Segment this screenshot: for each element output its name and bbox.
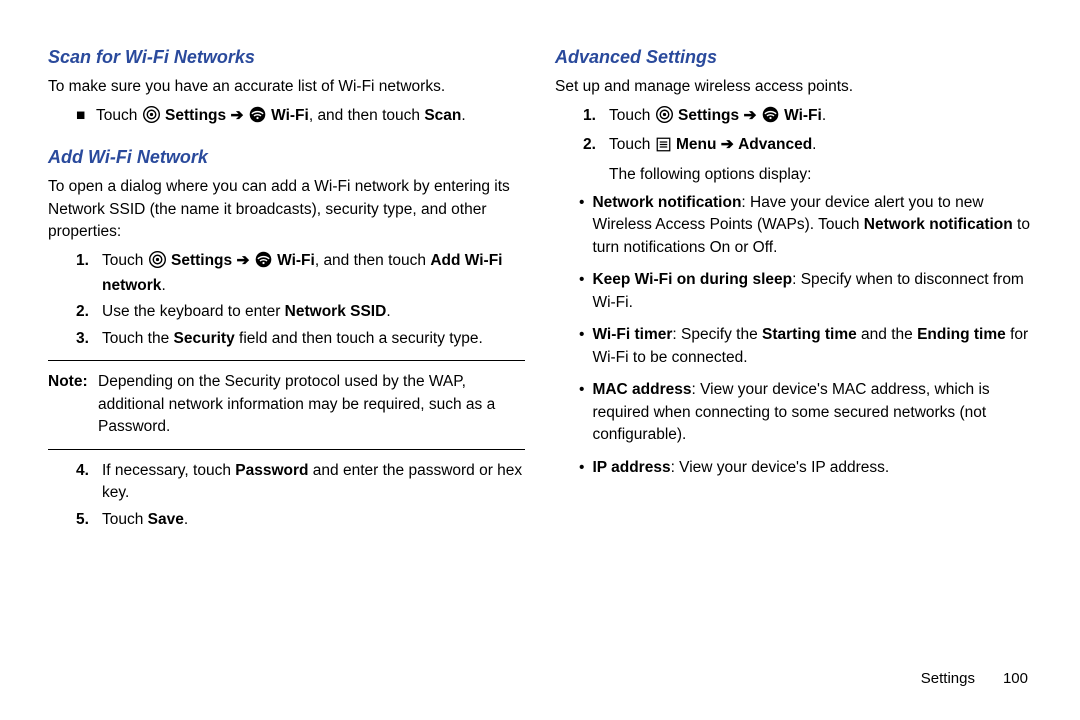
bullet-icon: • — [579, 379, 584, 446]
add-step-5: 5. Touch Save. — [76, 509, 525, 531]
text: , and then touch — [309, 107, 424, 124]
text: Touch — [102, 252, 148, 269]
text: Network notification — [592, 194, 741, 211]
gear-icon — [143, 106, 160, 130]
adv-step-2: 2. Touch Menu ➔ Advanced. The following … — [583, 134, 1032, 186]
arrow-icon: ➔ — [236, 252, 249, 269]
note-block: Note: Depending on the Security protocol… — [48, 371, 525, 438]
text: field and then touch a security type. — [235, 330, 483, 347]
step-number: 2. — [76, 301, 94, 323]
opt-keep-wifi: • Keep Wi-Fi on during sleep: Specify wh… — [579, 269, 1032, 314]
text: The following options display: — [609, 164, 816, 186]
add-step-1: 1. Touch Settings ➔ Wi-Fi, and then touc… — [76, 250, 525, 298]
text: Wi-Fi — [784, 107, 822, 124]
text: Touch — [96, 107, 142, 124]
note-text: Depending on the Security protocol used … — [98, 371, 525, 438]
text: IP address — [592, 459, 670, 476]
text: Network notification — [864, 216, 1013, 233]
bullet-icon: • — [579, 269, 584, 314]
arrow-icon: ➔ — [721, 136, 734, 153]
page-footer: Settings 100 — [921, 670, 1028, 687]
footer-section: Settings — [921, 670, 975, 687]
opt-wifi-timer: • Wi-Fi timer: Specify the Starting time… — [579, 324, 1032, 369]
text: , and then touch — [315, 252, 430, 269]
text: . — [161, 277, 165, 294]
text: Starting time — [762, 326, 857, 343]
text: Password — [235, 462, 308, 479]
wifi-icon — [762, 106, 779, 130]
text: : View your device's IP address. — [671, 459, 890, 476]
text: Advanced — [738, 136, 812, 153]
text: Scan — [424, 107, 461, 124]
text: Menu — [676, 136, 716, 153]
gear-icon — [656, 106, 673, 130]
bullet-icon: • — [579, 457, 584, 479]
text: Wi-Fi — [271, 107, 309, 124]
text: Ending time — [917, 326, 1006, 343]
text: Wi-Fi timer — [592, 326, 672, 343]
footer-page-number: 100 — [1003, 670, 1028, 687]
text: Settings — [171, 252, 232, 269]
left-column: Scan for Wi-Fi Networks To make sure you… — [48, 40, 525, 680]
square-bullet: ■ — [76, 105, 88, 130]
text: Network SSID — [285, 303, 387, 320]
text: . — [812, 136, 816, 153]
step-number: 2. — [583, 134, 601, 186]
heading-add: Add Wi-Fi Network — [48, 144, 525, 170]
add-step-3: 3. Touch the Security field and then tou… — [76, 328, 525, 350]
text: . — [386, 303, 390, 320]
divider — [48, 360, 525, 361]
text: . — [461, 107, 465, 124]
opt-network-notification: • Network notification: Have your device… — [579, 192, 1032, 259]
add-intro: To open a dialog where you can add a Wi-… — [48, 176, 525, 243]
text: Security — [174, 330, 235, 347]
text: Keep Wi-Fi on during sleep — [592, 271, 792, 288]
divider — [48, 449, 525, 450]
adv-step-1: 1. Touch Settings ➔ Wi-Fi. — [583, 105, 1032, 130]
gear-icon — [149, 251, 166, 275]
bullet-icon: • — [579, 192, 584, 259]
text: Touch the — [102, 330, 174, 347]
text: Touch — [102, 511, 148, 528]
step-number: 1. — [583, 105, 601, 130]
heading-advanced: Advanced Settings — [555, 44, 1032, 70]
right-column: Advanced Settings Set up and manage wire… — [555, 40, 1032, 680]
add-step-2: 2. Use the keyboard to enter Network SSI… — [76, 301, 525, 323]
text: and the — [857, 326, 917, 343]
text: . — [184, 511, 188, 528]
scan-step: ■ Touch Settings ➔ Wi-Fi, and then touch… — [76, 105, 525, 130]
step-number: 5. — [76, 509, 94, 531]
text: Settings — [165, 107, 226, 124]
text: : Specify the — [672, 326, 762, 343]
text: . — [822, 107, 826, 124]
bullet-icon: • — [579, 324, 584, 369]
text: Settings — [678, 107, 739, 124]
step-number: 3. — [76, 328, 94, 350]
wifi-icon — [249, 106, 266, 130]
text: MAC address — [592, 381, 691, 398]
scan-intro: To make sure you have an accurate list o… — [48, 76, 525, 98]
arrow-icon: ➔ — [743, 107, 756, 124]
text: Touch — [609, 136, 655, 153]
wifi-icon — [255, 251, 272, 275]
add-step-4: 4. If necessary, touch Password and ente… — [76, 460, 525, 505]
text: Save — [148, 511, 184, 528]
step-number: 4. — [76, 460, 94, 505]
step-number: 1. — [76, 250, 94, 298]
adv-intro: Set up and manage wireless access points… — [555, 76, 1032, 98]
opt-mac-address: • MAC address: View your device's MAC ad… — [579, 379, 1032, 446]
menu-icon — [656, 137, 671, 159]
opt-ip-address: • IP address: View your device's IP addr… — [579, 457, 1032, 479]
heading-scan: Scan for Wi-Fi Networks — [48, 44, 525, 70]
text: If necessary, touch — [102, 462, 235, 479]
arrow-icon: ➔ — [230, 107, 243, 124]
text: Use the keyboard to enter — [102, 303, 285, 320]
text: Touch — [609, 107, 655, 124]
text: Wi-Fi — [277, 252, 315, 269]
note-label: Note: — [48, 371, 92, 438]
